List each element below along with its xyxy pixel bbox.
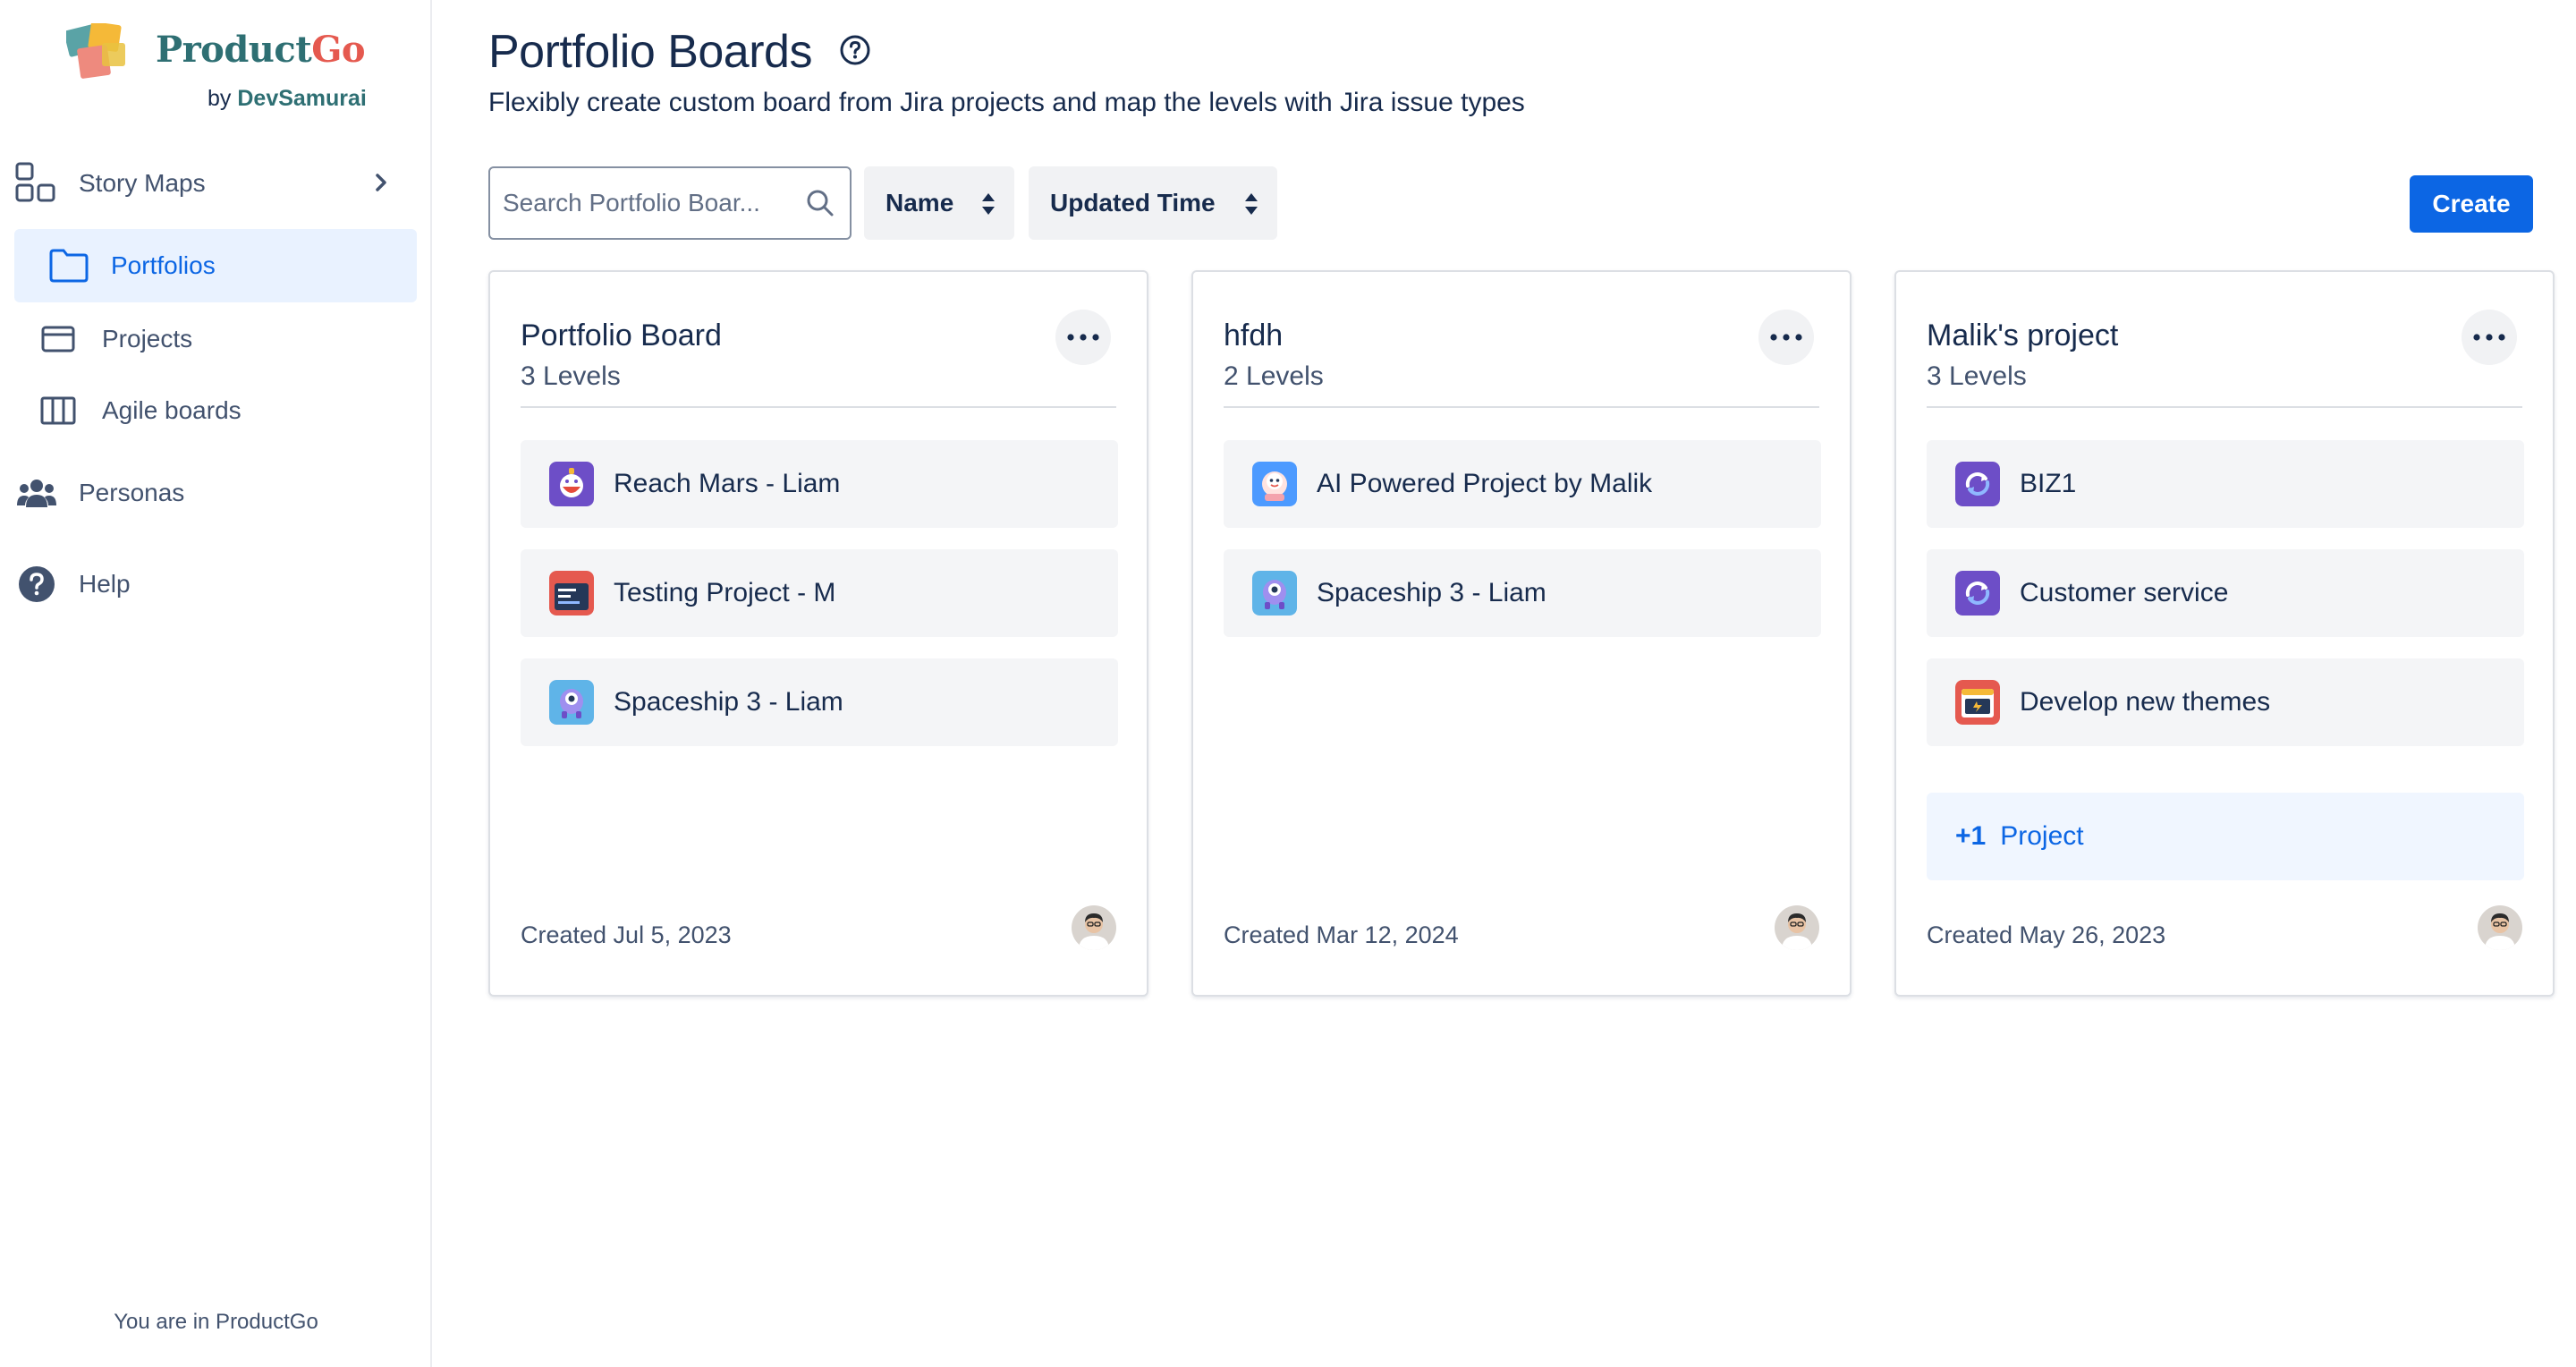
search-box[interactable]	[488, 166, 852, 240]
sidebar-item-label: Agile boards	[102, 396, 242, 424]
sort-arrows-icon	[982, 193, 995, 215]
project-item[interactable]: Testing Project - M	[521, 549, 1118, 637]
project-name: BIZ1	[2020, 469, 2077, 498]
spaceship-project-icon	[549, 680, 594, 725]
sidebar-item-label: Help	[79, 570, 131, 598]
portfolio-board-card[interactable]: Malik's project 3 Levels BIZ1 Customer s…	[1894, 270, 2555, 997]
board-title: Portfolio Board	[521, 318, 722, 352]
more-projects-label: Project	[2000, 821, 2084, 851]
more-horizontal-icon	[1067, 334, 1099, 341]
project-item[interactable]: Customer service	[1927, 549, 2524, 637]
more-actions-button[interactable]	[1758, 310, 1814, 365]
project-item[interactable]: Spaceship 3 - Liam	[1224, 549, 1821, 637]
board-columns-icon	[36, 388, 80, 433]
people-icon	[14, 471, 59, 515]
sidebar-item-label: Story Maps	[79, 169, 206, 197]
project-name: AI Powered Project by Malik	[1317, 469, 1653, 498]
sort-arrows-icon	[1245, 193, 1258, 215]
story-maps-icon	[14, 161, 59, 206]
sidebar-item-personas[interactable]: Personas	[14, 456, 417, 530]
sort-time-label: Updated Time	[1050, 189, 1216, 217]
created-date: Created May 26, 2023	[1927, 921, 2166, 948]
productgo-wordmark: ProductGo	[156, 29, 366, 71]
project-name: Spaceship 3 - Liam	[614, 687, 843, 717]
sort-by-updated-time-button[interactable]: Updated Time	[1029, 166, 1277, 240]
project-name: Customer service	[2020, 578, 2229, 607]
avatar[interactable]	[1775, 905, 1819, 950]
sidebar-item-help[interactable]: Help	[14, 548, 417, 621]
logo-byline: by DevSamurai	[208, 86, 367, 111]
sync-project-icon	[1955, 462, 2000, 506]
themes-project-icon	[1955, 680, 2000, 725]
sidebar-item-story-maps[interactable]: Story Maps	[14, 147, 417, 220]
sync-project-icon	[1955, 571, 2000, 616]
folder-icon	[47, 243, 91, 288]
sidebar-item-projects[interactable]: Projects	[36, 302, 417, 376]
project-name: Develop new themes	[2020, 687, 2271, 717]
created-date: Created Mar 12, 2024	[1224, 921, 1459, 948]
board-title: Malik's project	[1927, 318, 2119, 352]
sidebar: ProductGo by DevSamurai Story Maps Portf…	[0, 0, 432, 1367]
project-item[interactable]: Spaceship 3 - Liam	[521, 658, 1118, 746]
search-input[interactable]	[503, 168, 798, 238]
card-divider	[521, 406, 1116, 408]
sidebar-item-label: Portfolios	[111, 251, 216, 279]
board-levels: 3 Levels	[521, 361, 621, 391]
productgo-logo[interactable]: ProductGo by DevSamurai	[66, 23, 370, 122]
sidebar-item-agile-boards[interactable]: Agile boards	[36, 374, 417, 447]
avatar[interactable]	[1072, 905, 1116, 950]
more-projects-count: +1	[1955, 821, 1987, 851]
avatar[interactable]	[2478, 905, 2522, 950]
portfolio-board-card[interactable]: hfdh 2 Levels AI Powered Project by Mali…	[1191, 270, 1852, 997]
productgo-logo-mark-icon	[66, 23, 125, 79]
testing-project-icon	[549, 571, 594, 616]
project-name: Reach Mars - Liam	[614, 469, 841, 498]
project-name: Spaceship 3 - Liam	[1317, 578, 1546, 607]
help-icon	[14, 562, 59, 607]
more-projects-link[interactable]: +1 Project	[1927, 793, 2524, 880]
more-horizontal-icon	[2473, 334, 2505, 341]
sort-name-label: Name	[886, 189, 954, 217]
board-title: hfdh	[1224, 318, 1284, 352]
sidebar-item-portfolios[interactable]: Portfolios	[14, 229, 417, 302]
question-circle-icon[interactable]	[839, 34, 871, 66]
portfolio-board-card[interactable]: Portfolio Board 3 Levels Reach Mars - Li…	[488, 270, 1148, 997]
sidebar-footer-text: You are in ProductGo	[114, 1310, 318, 1334]
project-item[interactable]: AI Powered Project by Malik	[1224, 440, 1821, 528]
ai-project-icon	[1252, 462, 1297, 506]
reach-mars-project-icon	[549, 462, 594, 506]
more-actions-button[interactable]	[1055, 310, 1111, 365]
spaceship-project-icon	[1252, 571, 1297, 616]
project-item[interactable]: Develop new themes	[1927, 658, 2524, 746]
sort-by-name-button[interactable]: Name	[864, 166, 1014, 240]
project-item[interactable]: Reach Mars - Liam	[521, 440, 1118, 528]
chevron-right-icon	[376, 174, 386, 191]
project-item[interactable]: BIZ1	[1927, 440, 2524, 528]
projects-icon	[36, 317, 80, 361]
created-date: Created Jul 5, 2023	[521, 921, 732, 948]
page-subtitle: Flexibly create custom board from Jira p…	[488, 88, 1525, 117]
card-divider	[1224, 406, 1819, 408]
search-icon	[807, 190, 834, 217]
create-button[interactable]: Create	[2410, 175, 2533, 233]
page-title: Portfolio Boards	[488, 26, 812, 78]
more-horizontal-icon	[1770, 334, 1802, 341]
more-actions-button[interactable]	[2462, 310, 2517, 365]
board-levels: 3 Levels	[1927, 361, 2027, 391]
sidebar-item-label: Projects	[102, 325, 193, 352]
project-name: Testing Project - M	[614, 578, 836, 607]
card-divider	[1927, 406, 2522, 408]
sidebar-item-label: Personas	[79, 479, 185, 506]
board-levels: 2 Levels	[1224, 361, 1324, 391]
